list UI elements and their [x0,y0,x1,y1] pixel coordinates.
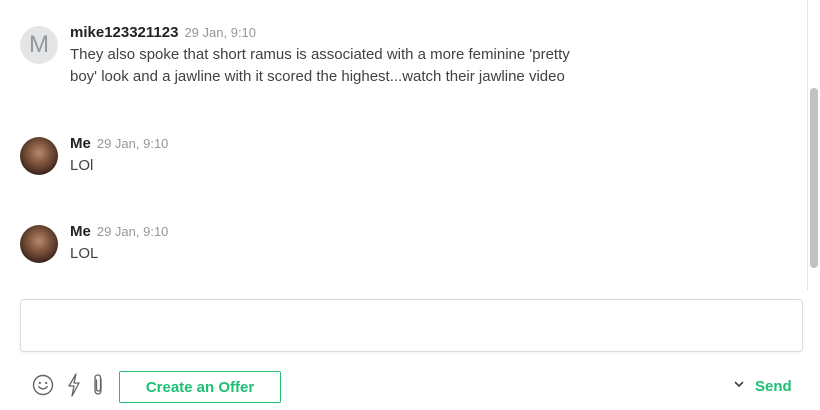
message-content: Me 29 Jan, 9:10 LOl [70,133,670,177]
message-time: 29 Jan, 9:10 [184,25,257,40]
message-content: mike123321123 29 Jan, 9:10 They also spok… [70,22,670,88]
message-text-line: LOL [70,245,99,262]
message-text-line: boy' look and a jawline with it scored t… [70,68,565,85]
composer-toolbar: Create an Offer Send [0,366,820,410]
emoji-icon[interactable] [31,372,55,398]
sender-name[interactable]: mike123321123 [70,24,178,41]
message-text-line: LOl [70,157,94,174]
message-header: Me 29 Jan, 9:10 [70,133,670,155]
message-list: M mike123321123 29 Jan, 9:10 They also sp… [0,0,808,290]
sender-name: Me [70,223,91,240]
chevron-down-icon[interactable] [733,377,745,395]
scrollbar-thumb[interactable] [810,88,818,268]
send-button[interactable]: Send [733,374,792,398]
message-time: 29 Jan, 9:10 [96,136,169,151]
message-content: Me 29 Jan, 9:10 LOL [70,221,670,265]
message-header: mike123321123 29 Jan, 9:10 [70,22,670,44]
avatar[interactable] [20,137,58,175]
attachment-icon[interactable] [90,372,106,398]
sender-name: Me [70,135,91,152]
message-text-line: They also spoke that short ramus is asso… [70,46,570,63]
quick-response-icon[interactable] [66,372,82,398]
avatar[interactable]: M [20,26,58,64]
send-label[interactable]: Send [755,378,792,395]
message-time: 29 Jan, 9:10 [96,224,169,239]
message-header: Me 29 Jan, 9:10 [70,221,670,243]
create-offer-button[interactable]: Create an Offer [119,371,281,403]
avatar[interactable] [20,225,58,263]
message-input[interactable] [20,299,803,352]
scrollbar[interactable] [807,0,820,290]
